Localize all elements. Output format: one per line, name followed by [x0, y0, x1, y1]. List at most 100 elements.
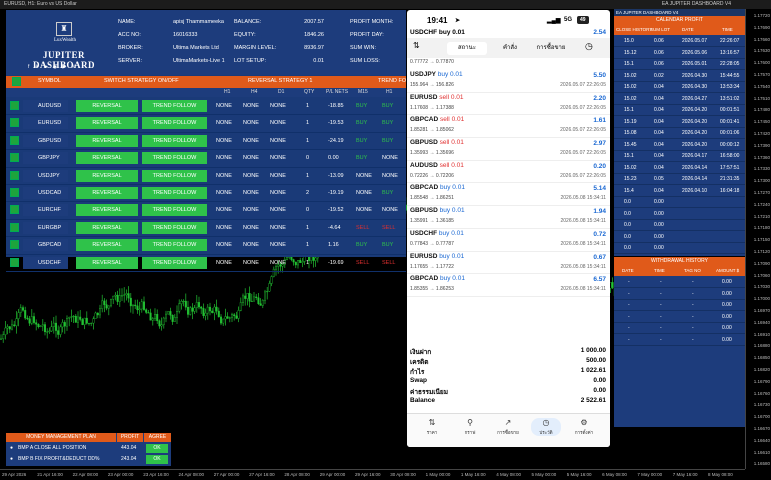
time-tick: 21 Apr 16:00 — [37, 472, 63, 477]
reversal-button[interactable]: REVERSAL — [76, 256, 138, 269]
trend-follow-button[interactable]: TREND FOLLOW — [142, 256, 207, 269]
pl-value: -13.09 — [328, 172, 344, 179]
position-row[interactable]: GBPUSD buy 0.01 1.35991 → 1.36185 1.94 2026… — [407, 206, 610, 229]
candle-body — [129, 297, 132, 307]
candle-body — [107, 305, 110, 309]
trend-follow-button[interactable]: TREND FOLLOW — [142, 117, 207, 130]
h1-signal: NONE — [216, 259, 232, 266]
position-row[interactable]: USDJPY buy 0.01 155.964 → 156.826 5.50 2026… — [407, 70, 610, 93]
price-tick: 1.16730 — [753, 402, 770, 408]
calendar-row: 15.02 0.02 2026.04.30 15:44:55 — [614, 71, 745, 82]
candle-body — [109, 299, 112, 307]
position-row[interactable]: EURUSD sell 0.01 1.17608 → 1.17388 2.20 202… — [407, 93, 610, 116]
nav-item[interactable]: ⚲ กราฟ — [455, 418, 485, 436]
tab-bar: ⇅ สถานะ คำสั่ง การซื้อขาย ◷ — [407, 38, 610, 58]
trend-follow-button[interactable]: TREND FOLLOW — [142, 239, 207, 252]
position-row[interactable]: AUDUSD sell 0.01 0.72226 → 0.72206 0.20 202… — [407, 161, 610, 184]
pl-value: -19.69 — [328, 259, 344, 266]
mobile-app-screenshot: 19:41 ➤ ▂▄▆ 5G 49 USDCHF buy 0.01 2.54 ⇅… — [407, 10, 610, 447]
row-toggle[interactable] — [10, 101, 19, 110]
trend-follow-button[interactable]: TREND FOLLOW — [142, 100, 207, 112]
pl-value: -18.85 — [328, 103, 344, 109]
position-row[interactable]: USDCHF buy 0.01 0.77843 → 0.77787 0.72 2026… — [407, 229, 610, 252]
candle-body — [217, 310, 220, 318]
row-toggle[interactable] — [10, 257, 19, 267]
position-row[interactable]: GBPCAD sell 0.01 1.85281 → 1.85062 1.61 202… — [407, 115, 610, 139]
position-row[interactable]: GBPCAD buy 0.01 1.85548 → 1.86251 5.14 2026… — [407, 183, 610, 207]
position-row[interactable]: EURUSD buy 0.01 1.17655 → 1.17722 0.67 2026… — [407, 252, 610, 275]
history-clock-icon[interactable]: ◷ — [585, 41, 593, 52]
timeframe-header: H1 H4 D1 QTY P/L NETS M15 H1 — [6, 88, 406, 97]
row-toggle[interactable] — [10, 170, 19, 180]
profit-info: PROFIT MONTH: PROFIT DAY: SUM WIN: SUM L… — [350, 16, 393, 68]
price-tick: 1.16580 — [753, 461, 770, 467]
master-toggle[interactable] — [12, 77, 21, 86]
m15-signal: NONE — [356, 189, 372, 196]
row-toggle[interactable] — [10, 222, 19, 232]
candle-body — [68, 317, 71, 319]
position-row[interactable]: GBPUSD sell 0.01 1.35993 → 1.35696 2.97 202… — [407, 138, 610, 161]
tab-positions[interactable]: สถานะ — [447, 42, 487, 55]
tab-orders[interactable]: คำสั่ง — [492, 42, 528, 55]
reversal-button[interactable]: REVERSAL — [76, 134, 138, 147]
tab-deals[interactable]: การซื้อขาย — [529, 42, 573, 55]
reversal-button[interactable]: REVERSAL — [76, 100, 138, 112]
candle-body — [15, 318, 18, 327]
reversal-button[interactable]: REVERSAL — [76, 204, 138, 217]
candle-body — [140, 301, 143, 310]
reversal-button[interactable]: REVERSAL — [76, 186, 138, 199]
nav-item[interactable]: ◷ ประวัติ — [531, 418, 561, 436]
position-row[interactable]: GBPCAD buy 0.01 1.85355 → 1.86253 6.57 2026… — [407, 274, 610, 297]
price-tick: 1.17360 — [753, 154, 770, 160]
account-row: BROKER: Ultima Markets Ltd — [118, 45, 219, 51]
pl-value: -24.19 — [328, 137, 344, 144]
calendar-row: 15.45 0.04 2026.04.20 00:00:12 — [614, 140, 745, 151]
reversal-button[interactable]: REVERSAL — [76, 117, 138, 130]
h1-signal: NONE — [216, 189, 232, 196]
candle-body — [270, 276, 273, 284]
row-toggle[interactable] — [10, 240, 19, 250]
reversal-button[interactable]: REVERSAL — [76, 239, 138, 252]
trend-follow-button[interactable]: TREND FOLLOW — [142, 204, 207, 217]
summary-value: 500.00 — [586, 357, 606, 364]
reversal-button[interactable]: REVERSAL — [76, 152, 138, 165]
row-toggle[interactable] — [10, 153, 19, 163]
reversal-button[interactable]: REVERSAL — [76, 221, 138, 234]
nav-item[interactable]: ↗ การซื้อขาย — [493, 418, 523, 436]
positions-list: USDJPY buy 0.01 155.964 → 156.826 5.50 2026… — [407, 70, 610, 297]
trend-follow-button[interactable]: TREND FOLLOW — [142, 221, 207, 234]
price-tick: 1.17570 — [753, 72, 770, 77]
trend-follow-button[interactable]: TREND FOLLOW — [142, 186, 207, 199]
nav-item[interactable]: ⇅ ราคา — [417, 418, 447, 436]
time-tick: 24 Apr 08:00 — [178, 472, 205, 477]
qty-value: 2 — [306, 189, 310, 196]
candle-body — [2, 334, 5, 340]
candle-body — [169, 311, 172, 316]
reversal-button[interactable]: REVERSAL — [76, 169, 138, 182]
sort-icon[interactable]: ⇅ — [413, 41, 420, 50]
candle-body — [46, 331, 49, 333]
position-profit: 2.97 — [593, 140, 606, 148]
nav-item[interactable]: ⚙ การตั้งค่า — [569, 418, 599, 436]
row-toggle[interactable] — [10, 187, 19, 197]
position-profit: 5.14 — [593, 185, 606, 193]
trend-follow-button[interactable]: TREND FOLLOW — [142, 169, 207, 182]
candle-body — [134, 304, 137, 307]
h1-signal: NONE — [216, 120, 232, 127]
trend-follow-button[interactable]: TREND FOLLOW — [142, 134, 207, 147]
social-icons: f ✈ ● ◉ ▶ ✉ — [28, 64, 78, 70]
row-toggle[interactable] — [10, 135, 19, 145]
ok-button[interactable]: OK — [146, 444, 168, 453]
symbol-label: USDCHF — [38, 259, 61, 266]
candle-body — [125, 293, 128, 296]
price-tick: 1.16910 — [753, 331, 770, 337]
row-toggle[interactable] — [10, 205, 19, 215]
candle-body — [74, 315, 77, 323]
row-toggle[interactable] — [10, 118, 19, 128]
calendar-row: 15.12 0.06 2026.05.06 13:16:57 — [614, 48, 745, 59]
ok-button[interactable]: OK — [146, 455, 168, 464]
calendar-row: 15.19 0.04 2026.04.20 00:01:41 — [614, 117, 745, 128]
bullet-icon: ● — [10, 445, 14, 451]
trend-follow-button[interactable]: TREND FOLLOW — [142, 152, 207, 165]
trend-h1-signal: BUY — [382, 242, 394, 249]
